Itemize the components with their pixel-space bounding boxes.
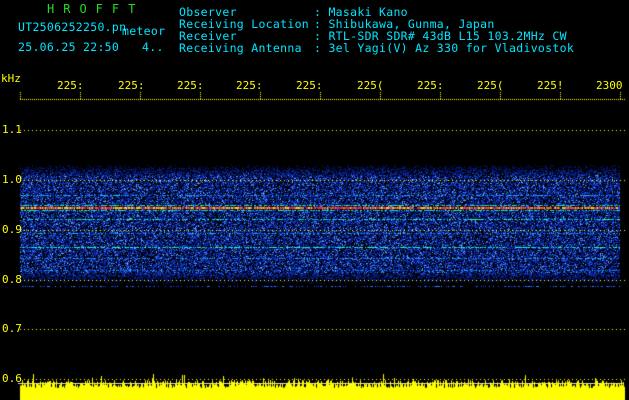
x-tick: 225( xyxy=(477,79,504,92)
x-tick: 225( xyxy=(357,79,384,92)
x-tick: 225: xyxy=(57,79,84,92)
x-tick: 225: xyxy=(417,79,444,92)
x-tick: 225: xyxy=(118,79,145,92)
count-label: 4.. xyxy=(142,40,164,54)
y-tick: 0.7 xyxy=(2,322,22,335)
y-tick: 1.1 xyxy=(2,123,22,136)
x-tick: 2300 xyxy=(596,79,623,92)
y-tick: 0.9 xyxy=(2,223,22,236)
antenna-label: Receiving Antenna xyxy=(179,41,302,55)
antenna-value: : 3el Yagi(V) Az 330 for Vladivostok xyxy=(314,41,575,55)
mode-label: meteor xyxy=(122,24,166,38)
y-tick: 0.6 xyxy=(2,372,22,385)
x-tick: 225: xyxy=(177,79,204,92)
brand-title: HROFFT xyxy=(47,2,145,16)
file-name: UT2506252250.pn xyxy=(18,20,127,34)
x-tick: 225: xyxy=(296,79,323,92)
y-tick: 1.0 xyxy=(2,173,22,186)
x-tick: 225: xyxy=(236,79,263,92)
x-tick: 225! xyxy=(537,79,564,92)
datetime: 25.06.25 22:50 xyxy=(18,40,120,54)
y-tick: 0.8 xyxy=(2,273,22,286)
y-unit-label: kHz xyxy=(1,72,21,85)
spectrogram-canvas xyxy=(0,0,629,400)
